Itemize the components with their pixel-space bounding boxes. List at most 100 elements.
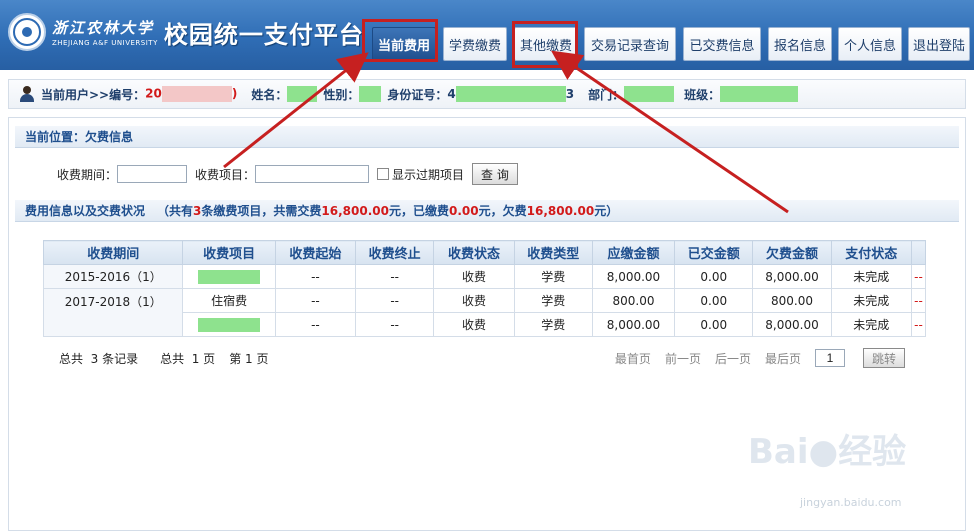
period-input[interactable] [117,165,188,183]
item-redacted [198,317,261,332]
top-header: 浙江农林大学 ZHEJIANG A&F UNIVERSITY 校园统一支付平台 … [0,0,974,70]
cell-status: 收费 [433,312,515,337]
col-extra [910,240,927,265]
nav-other-payment[interactable]: 其他缴费 [514,27,578,61]
cell-due: 800.00 [591,288,676,313]
next-page-link[interactable]: 后一页 [715,350,751,367]
current-page: 第 1 页 [229,351,269,366]
cell-start: -- [274,288,357,313]
idcard-label: 身份证号： [387,87,448,102]
class-redacted [720,86,799,102]
page-number-input[interactable] [814,349,845,367]
watermark-brand: Bai [748,432,809,472]
dept-redacted [624,86,675,102]
cell-extra-link[interactable]: -- [910,264,927,289]
watermark-url: jingyan.baidu.com [800,496,902,509]
item-redacted [198,269,261,284]
nav-current-fees[interactable]: 当前费用 [372,27,436,61]
idcard-suffix: 3 [565,87,575,101]
summary-mid1: 条缴费项目，共需交费 [201,204,322,218]
gender-label: 性别： [323,87,360,102]
summary-total: 16,800.00 [321,203,389,218]
platform-title: 校园统一支付平台 [163,20,364,49]
paw-icon: ● [808,432,839,472]
cell-period: 2017-2018（1） [42,288,184,337]
nav-registration-info[interactable]: 报名信息 [768,27,832,61]
pager-controls: 最首页 前一页 后一页 最后页 跳转 [615,348,919,368]
col-type: 收费类型 [513,240,593,265]
location-bar: 当前位置：欠费信息 [15,126,959,148]
cell-paid: 0.00 [674,264,754,289]
table-row: 2015-2016（1） -- -- 收费 学费 8,000.00 0.00 8… [42,264,927,289]
nav-paid-info[interactable]: 已交费信息 [683,27,761,61]
cell-pay-status: 未完成 [830,312,912,337]
cell-owed: 8,000.00 [752,312,832,337]
user-avatar-icon [19,86,35,102]
class-label: 班级： [684,87,721,102]
col-owed: 欠费金额 [752,240,832,265]
app-root: 浙江农林大学 ZHEJIANG A&F UNIVERSITY 校园统一支付平台 … [0,0,974,531]
cell-owed: 800.00 [752,288,832,313]
logo: 浙江农林大学 ZHEJIANG A&F UNIVERSITY 校园统一支付平台 [8,10,364,54]
nav-personal-info[interactable]: 个人信息 [838,27,902,61]
dept-label: 部门： [588,87,625,102]
item-label: 收费项目： [195,167,256,182]
user-prefix: 当前用户>>编号： [41,87,146,102]
cell-owed: 8,000.00 [752,264,832,289]
col-end: 收费终止 [355,240,435,265]
cell-pay-status: 未完成 [830,288,912,313]
cell-type: 学费 [513,312,593,337]
cell-type: 学费 [513,288,593,313]
nav-logout[interactable]: 退出登陆 [908,27,970,61]
user-id-suffix: ) [231,86,238,101]
cell-start: -- [274,312,357,337]
pagination: 总共 3 条记录 总共 1 页 第 1 页 最首页 前一页 后一页 最后页 跳转 [59,348,919,368]
summary-open: （共有 [157,204,194,218]
summary-mid2: 元，已缴费 [388,204,449,218]
cell-period: 2015-2016（1） [42,264,184,289]
cell-item [182,312,276,337]
total-pages: 总共 1 页 [160,351,216,366]
watermark-brand-cn: 经验 [838,432,907,472]
university-name: 浙江农林大学 ZHEJIANG A&F UNIVERSITY [52,17,158,47]
nav-tuition-payment[interactable]: 学费缴费 [443,27,507,61]
fees-table: 收费期间 收费项目 收费起始 收费终止 收费状态 收费类型 应缴金额 已交金额 … [42,240,927,337]
period-label: 收费期间： [57,167,118,182]
prev-page-link[interactable]: 前一页 [665,350,701,367]
cell-type: 学费 [513,264,593,289]
cell-due: 8,000.00 [591,264,676,289]
first-page-link[interactable]: 最首页 [615,350,651,367]
cell-paid: 0.00 [674,288,754,313]
baidu-watermark: Bai●经验 [748,424,906,473]
query-button[interactable]: 查 询 [472,163,518,185]
col-item: 收费项目 [182,240,276,265]
col-period: 收费期间 [42,240,184,265]
jump-button[interactable]: 跳转 [862,348,905,368]
name-redacted [287,86,318,102]
cell-status: 收费 [433,288,515,313]
item-input[interactable] [255,165,370,183]
cell-extra-link[interactable]: -- [910,288,927,313]
col-pay-status: 支付状态 [830,240,912,265]
nav-transaction-query[interactable]: 交易记录查询 [584,27,676,61]
cell-due: 8,000.00 [591,312,676,337]
table-row: 2017-2018（1） 住宿费 -- -- 收费 学费 800.00 0.00… [42,288,927,337]
user-id-value: 20 [145,86,162,101]
cell-end: -- [355,264,435,289]
summary-bar: 费用信息以及交费状况 （共有 3 条缴费项目，共需交费 16,800.00 元，已缴费 0… [15,200,959,222]
cell-extra-link[interactable]: -- [910,312,927,337]
cell-start: -- [274,264,357,289]
user-info-bar: 当前用户>>编号： 20) 姓名： 性别： 身份证号： 4 3 部门： 班级： [8,79,966,109]
total-records: 总共 3 条记录 [59,351,139,366]
cell-pay-status: 未完成 [830,264,912,289]
summary-prefix: 费用信息以及交费状况 [25,204,146,218]
table-header-row: 收费期间 收费项目 收费起始 收费终止 收费状态 收费类型 应缴金额 已交金额 … [42,240,927,265]
cell-item: 住宿费 [182,288,276,313]
col-status: 收费状态 [433,240,515,265]
col-due: 应缴金额 [591,240,676,265]
show-expired-checkbox[interactable] [377,168,390,180]
university-name-cn: 浙江农林大学 [52,19,155,37]
last-page-link[interactable]: 最后页 [765,350,801,367]
cell-paid: 0.00 [674,312,754,337]
user-id: 20) [145,86,237,102]
